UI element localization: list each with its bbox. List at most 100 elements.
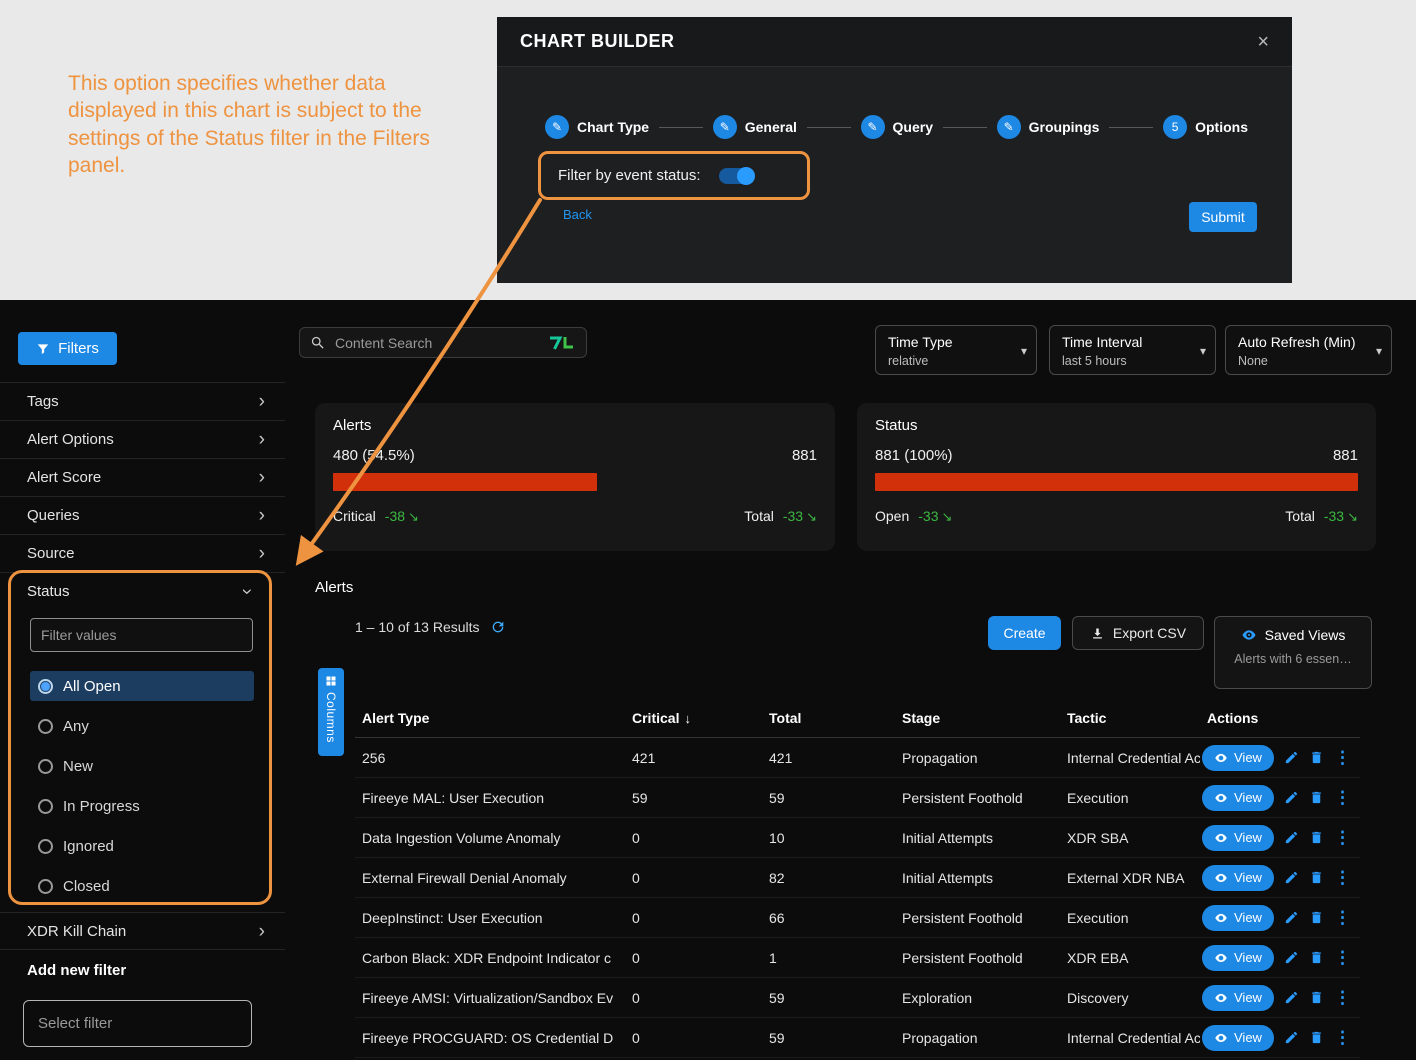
col-header-tactic[interactable]: Tactic (1060, 710, 1200, 726)
radio-icon (38, 879, 53, 894)
filters-button[interactable]: Filters (18, 332, 117, 365)
eye-icon (1214, 871, 1228, 885)
view-label: View (1234, 870, 1262, 885)
delete-button[interactable] (1309, 1030, 1324, 1045)
edit-button[interactable] (1284, 870, 1299, 885)
alerts-table: Alert Type Critical↓ Total Stage Tactic … (355, 698, 1360, 1058)
sidebar-nav: Tags › Alert Options › Alert Score › Que… (0, 382, 285, 573)
more-actions-button[interactable]: ⋮ (1334, 869, 1351, 886)
view-button[interactable]: View (1202, 905, 1274, 931)
status-option-any[interactable]: Any (30, 706, 254, 746)
delete-button[interactable] (1309, 990, 1324, 1005)
status-option-new[interactable]: New (30, 746, 254, 786)
filter-values-input[interactable] (30, 618, 253, 652)
chevron-down-icon: ▾ (1376, 344, 1382, 358)
table-row: Data Ingestion Volume Anomaly 0 10 Initi… (355, 818, 1360, 858)
col-header-total[interactable]: Total (762, 710, 895, 726)
col-header-alert-type[interactable]: Alert Type (355, 710, 625, 726)
more-actions-button[interactable]: ⋮ (1334, 789, 1351, 806)
status-option-closed[interactable]: Closed (30, 866, 254, 906)
edit-button[interactable] (1284, 990, 1299, 1005)
view-label: View (1234, 790, 1262, 805)
sidebar-item-label: Status (27, 583, 70, 600)
status-stat-card: Status 881 (100%) 881 Open-33↘ Total-33↘ (857, 403, 1376, 551)
step-general[interactable]: ✎ General (713, 115, 797, 139)
status-option-ignored[interactable]: Ignored (30, 826, 254, 866)
close-icon[interactable]: × (1257, 32, 1269, 52)
time-interval-dropdown[interactable]: Time Interval last 5 hours ▾ (1049, 325, 1216, 375)
step-number-icon: 5 (1163, 115, 1187, 139)
step-query[interactable]: ✎ Query (861, 115, 933, 139)
delete-button[interactable] (1309, 750, 1324, 765)
view-button[interactable]: View (1202, 945, 1274, 971)
step-label: Groupings (1029, 119, 1100, 135)
step-chart-type[interactable]: ✎ Chart Type (545, 115, 649, 139)
edit-button[interactable] (1284, 910, 1299, 925)
eye-icon (1214, 1031, 1228, 1045)
trend-down-icon: ↘ (408, 509, 419, 524)
filter-by-event-status-highlight: Filter by event status: (538, 151, 810, 200)
edit-button[interactable] (1284, 950, 1299, 965)
view-button[interactable]: View (1202, 745, 1274, 771)
col-header-stage[interactable]: Stage (895, 710, 1060, 726)
cell-alert-type: Fireeye AMSI: Virtualization/Sandbox Ev (355, 990, 625, 1006)
search-icon (310, 335, 325, 350)
more-actions-button[interactable]: ⋮ (1334, 949, 1351, 966)
trash-icon (1309, 1030, 1324, 1045)
more-actions-button[interactable]: ⋮ (1334, 989, 1351, 1006)
sidebar-item-xdr-kill-chain[interactable]: XDR Kill Chain › (0, 912, 285, 950)
delete-button[interactable] (1309, 870, 1324, 885)
export-csv-button[interactable]: Export CSV (1072, 616, 1204, 650)
more-actions-button[interactable]: ⋮ (1334, 1029, 1351, 1046)
col-header-critical[interactable]: Critical↓ (625, 710, 762, 726)
view-button[interactable]: View (1202, 865, 1274, 891)
delete-button[interactable] (1309, 950, 1324, 965)
toggle-knob (737, 167, 755, 185)
status-option-all-open[interactable]: All Open (30, 671, 254, 701)
chevron-down-icon: › (237, 588, 256, 594)
sidebar-item-alert-score[interactable]: Alert Score › (0, 459, 285, 497)
dropdown-label: Time Type (888, 334, 1010, 350)
sidebar-item-tags[interactable]: Tags › (0, 383, 285, 421)
delete-button[interactable] (1309, 910, 1324, 925)
card-title: Status (875, 417, 1358, 434)
columns-button[interactable]: Columns (318, 668, 344, 756)
refresh-icon[interactable] (490, 619, 506, 635)
search-input[interactable] (333, 334, 540, 352)
delete-button[interactable] (1309, 830, 1324, 845)
footer-left-label: Open (875, 508, 909, 524)
back-link[interactable]: Back (563, 207, 592, 222)
chevron-right-icon: › (259, 922, 265, 941)
view-button[interactable]: View (1202, 785, 1274, 811)
cell-tactic: Execution (1060, 910, 1200, 926)
view-button[interactable]: View (1202, 825, 1274, 851)
step-options[interactable]: 5 Options (1163, 115, 1248, 139)
more-actions-button[interactable]: ⋮ (1334, 829, 1351, 846)
time-type-dropdown[interactable]: Time Type relative ▾ (875, 325, 1037, 375)
sidebar-item-source[interactable]: Source › (0, 535, 285, 573)
more-actions-button[interactable]: ⋮ (1334, 909, 1351, 926)
sidebar-item-status[interactable]: Status › (0, 573, 272, 609)
cell-stage: Propagation (895, 750, 1060, 766)
edit-button[interactable] (1284, 1030, 1299, 1045)
status-option-in-progress[interactable]: In Progress (30, 786, 254, 826)
step-groupings[interactable]: ✎ Groupings (997, 115, 1100, 139)
saved-views-dropdown[interactable]: Saved Views Alerts with 6 essen… (1214, 616, 1372, 689)
sidebar-item-label: Source (27, 545, 75, 562)
view-button[interactable]: View (1202, 1025, 1274, 1051)
more-actions-button[interactable]: ⋮ (1334, 749, 1351, 766)
sidebar-item-queries[interactable]: Queries › (0, 497, 285, 535)
view-button[interactable]: View (1202, 985, 1274, 1011)
create-button[interactable]: Create (988, 616, 1061, 650)
event-status-toggle[interactable] (719, 168, 753, 184)
edit-button[interactable] (1284, 750, 1299, 765)
select-filter-input[interactable] (23, 1000, 252, 1047)
cell-critical: 421 (625, 750, 762, 766)
submit-button[interactable]: Submit (1189, 202, 1257, 232)
sidebar-item-alert-options[interactable]: Alert Options › (0, 421, 285, 459)
edit-button[interactable] (1284, 830, 1299, 845)
edit-button[interactable] (1284, 790, 1299, 805)
auto-refresh-dropdown[interactable]: Auto Refresh (Min) None ▾ (1225, 325, 1392, 375)
view-label: View (1234, 950, 1262, 965)
delete-button[interactable] (1309, 790, 1324, 805)
